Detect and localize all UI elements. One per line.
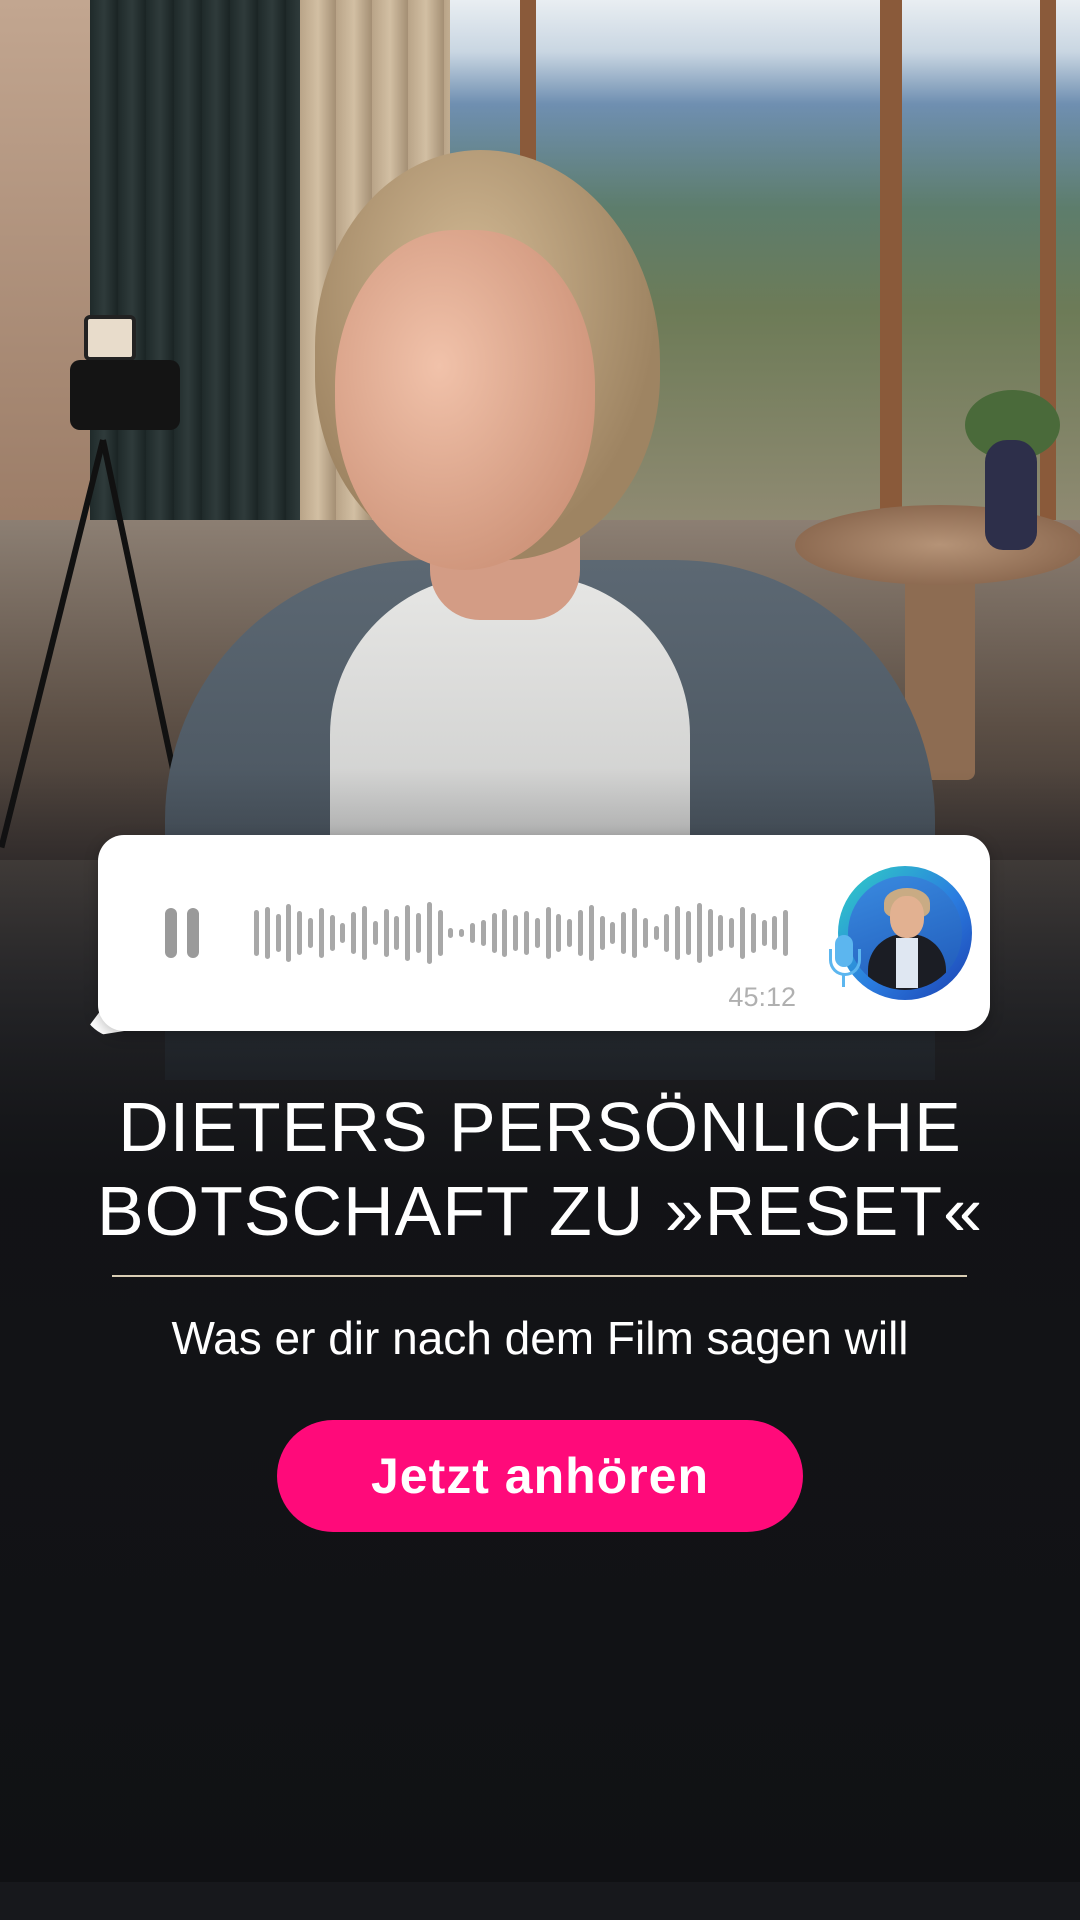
waveform-bar [470, 923, 475, 943]
waveform-bar [675, 906, 681, 960]
waveform-bar [254, 910, 259, 956]
waveform-bar [783, 910, 789, 956]
waveform-bar [632, 908, 637, 958]
waveform-bar [329, 915, 335, 951]
avatar-head [890, 896, 924, 938]
waveform-bar [502, 909, 508, 957]
waveform-bar [448, 928, 454, 938]
pause-bar [165, 908, 177, 958]
bottom-bar [0, 1882, 1080, 1920]
waveform-bar [599, 916, 605, 950]
waveform-bar [610, 922, 616, 944]
waveform-bar [416, 913, 421, 953]
waveform-bar [383, 909, 389, 957]
waveform-bar [405, 905, 411, 961]
waveform-bar [686, 911, 691, 955]
waveform-bar [362, 906, 367, 960]
waveform-bar [491, 913, 497, 953]
waveform-bar [372, 921, 378, 945]
waveform-bar [426, 902, 432, 964]
waveform-bar [653, 926, 659, 940]
waveform-bar [578, 910, 583, 956]
waveform-bar [275, 914, 281, 952]
audio-waveform[interactable] [254, 895, 794, 971]
waveform-bar [556, 914, 562, 952]
waveform-bar [459, 929, 465, 937]
waveform-bar [761, 920, 767, 946]
promo-subtitle: Was er dir nach dem Film sagen will [171, 1312, 909, 1364]
waveform-bar [513, 915, 519, 951]
waveform-bar [340, 923, 346, 943]
promo-headline: DIETERS PERSÖNLICHE BOTSCHAFT ZU »RESET« [60, 1085, 1020, 1253]
pause-icon[interactable] [165, 908, 199, 958]
waveform-bar [707, 909, 713, 957]
waveform-bar [729, 918, 735, 948]
waveform-bar [664, 914, 670, 952]
waveform-bar [318, 908, 324, 958]
speaker-avatar [848, 876, 962, 990]
pause-bar [187, 908, 199, 958]
waveform-bar [297, 911, 303, 955]
divider [112, 1275, 967, 1277]
waveform-bar [621, 912, 627, 954]
headline-line-2: BOTSCHAFT ZU »RESET« [96, 1172, 984, 1250]
avatar-shirt [896, 938, 918, 988]
waveform-bar [394, 916, 400, 950]
waveform-bar [696, 903, 702, 963]
audio-duration: 45:12 [728, 982, 796, 1012]
waveform-bar [740, 907, 745, 959]
waveform-bar [567, 919, 573, 947]
waveform-bar [772, 916, 778, 950]
waveform-bar [524, 911, 529, 955]
waveform-bar [534, 918, 540, 948]
waveform-bar [588, 905, 594, 961]
waveform-bar [750, 913, 756, 953]
waveform-bar [718, 915, 724, 951]
waveform-bar [437, 910, 443, 956]
waveform-bar [308, 918, 313, 948]
microphone-icon [826, 935, 862, 991]
waveform-bar [264, 907, 270, 959]
waveform-bar [545, 907, 551, 959]
waveform-bar [480, 920, 486, 946]
headline-line-1: DIETERS PERSÖNLICHE [118, 1088, 962, 1166]
waveform-bar [351, 912, 357, 954]
waveform-bar [286, 904, 292, 962]
waveform-bar [642, 918, 648, 948]
listen-now-button[interactable]: Jetzt anhören [277, 1420, 803, 1532]
